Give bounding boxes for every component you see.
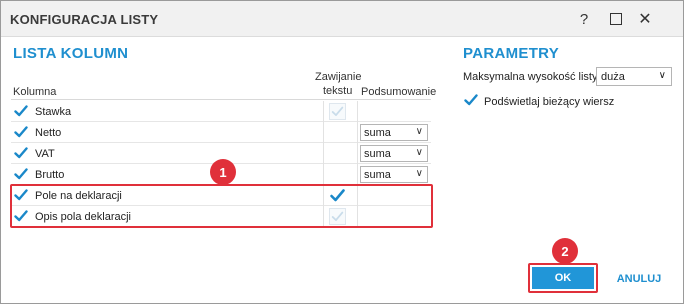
columns-section-title: LISTA KOLUMN bbox=[13, 45, 129, 62]
header-divider bbox=[11, 99, 431, 100]
header-wrap-line2: tekstu bbox=[323, 85, 353, 97]
help-button[interactable]: ? bbox=[572, 7, 596, 31]
title-bar: KONFIGURACJA LISTY ? ✕ bbox=[1, 1, 683, 37]
chevron-down-icon: ∨ bbox=[658, 70, 666, 81]
column-visible-checkbox[interactable] bbox=[14, 104, 28, 118]
wrap-text-checkbox bbox=[329, 103, 346, 120]
close-button[interactable]: ✕ bbox=[633, 7, 657, 31]
dialog-title: KONFIGURACJA LISTY bbox=[10, 12, 159, 27]
header-column: Kolumna bbox=[13, 86, 57, 98]
column-visible-checkbox[interactable] bbox=[14, 146, 28, 160]
column-visible-checkbox[interactable] bbox=[14, 125, 28, 139]
cell-divider bbox=[357, 164, 358, 185]
header-wrap-line1: Zawijanie bbox=[315, 71, 362, 83]
cell-divider bbox=[323, 164, 324, 185]
cell-divider bbox=[357, 101, 358, 122]
max-height-value: duża bbox=[601, 71, 625, 83]
summary-select[interactable]: suma ∨ bbox=[360, 166, 428, 183]
configuration-dialog: KONFIGURACJA LISTY ? ✕ LISTA KOLUMN PARA… bbox=[0, 0, 684, 304]
cell-divider bbox=[357, 122, 358, 143]
max-height-label: Maksymalna wysokość listy: bbox=[463, 71, 601, 83]
summary-select[interactable]: suma ∨ bbox=[360, 145, 428, 162]
max-height-select[interactable]: duża ∨ bbox=[596, 67, 672, 86]
summary-value: suma bbox=[364, 169, 391, 181]
summary-value: suma bbox=[364, 127, 391, 139]
cell-divider bbox=[323, 122, 324, 143]
chevron-down-icon: ∨ bbox=[415, 126, 423, 137]
column-visible-checkbox[interactable] bbox=[14, 167, 28, 181]
column-name: Netto bbox=[35, 127, 62, 139]
column-name: Brutto bbox=[35, 169, 65, 181]
table-row: Stawka bbox=[11, 101, 431, 122]
summary-select[interactable]: suma ∨ bbox=[360, 124, 428, 141]
cell-divider bbox=[357, 143, 358, 164]
chevron-down-icon: ∨ bbox=[415, 168, 423, 179]
maximize-button[interactable] bbox=[604, 7, 628, 31]
column-name: VAT bbox=[35, 148, 55, 160]
annotation-badge-2: 2 bbox=[552, 238, 578, 264]
cell-divider bbox=[323, 143, 324, 164]
highlight-row-label: Podświetlaj bieżący wiersz bbox=[484, 96, 615, 108]
summary-value: suma bbox=[364, 148, 391, 160]
highlight-box-1 bbox=[10, 184, 433, 228]
cancel-button[interactable]: ANULUJ bbox=[611, 269, 667, 289]
ok-button[interactable]: OK bbox=[532, 267, 594, 289]
annotation-badge-1: 1 bbox=[210, 159, 236, 185]
params-section-title: PARAMETRY bbox=[463, 45, 560, 62]
highlight-box-2: OK bbox=[528, 263, 598, 293]
highlight-row-checkbox[interactable] bbox=[464, 93, 478, 107]
maximize-icon bbox=[610, 13, 622, 25]
column-name: Stawka bbox=[35, 106, 72, 118]
cell-divider bbox=[323, 101, 324, 122]
header-summary: Podsumowanie bbox=[361, 86, 437, 98]
table-row: Netto suma ∨ bbox=[11, 122, 431, 143]
chevron-down-icon: ∨ bbox=[415, 147, 423, 158]
